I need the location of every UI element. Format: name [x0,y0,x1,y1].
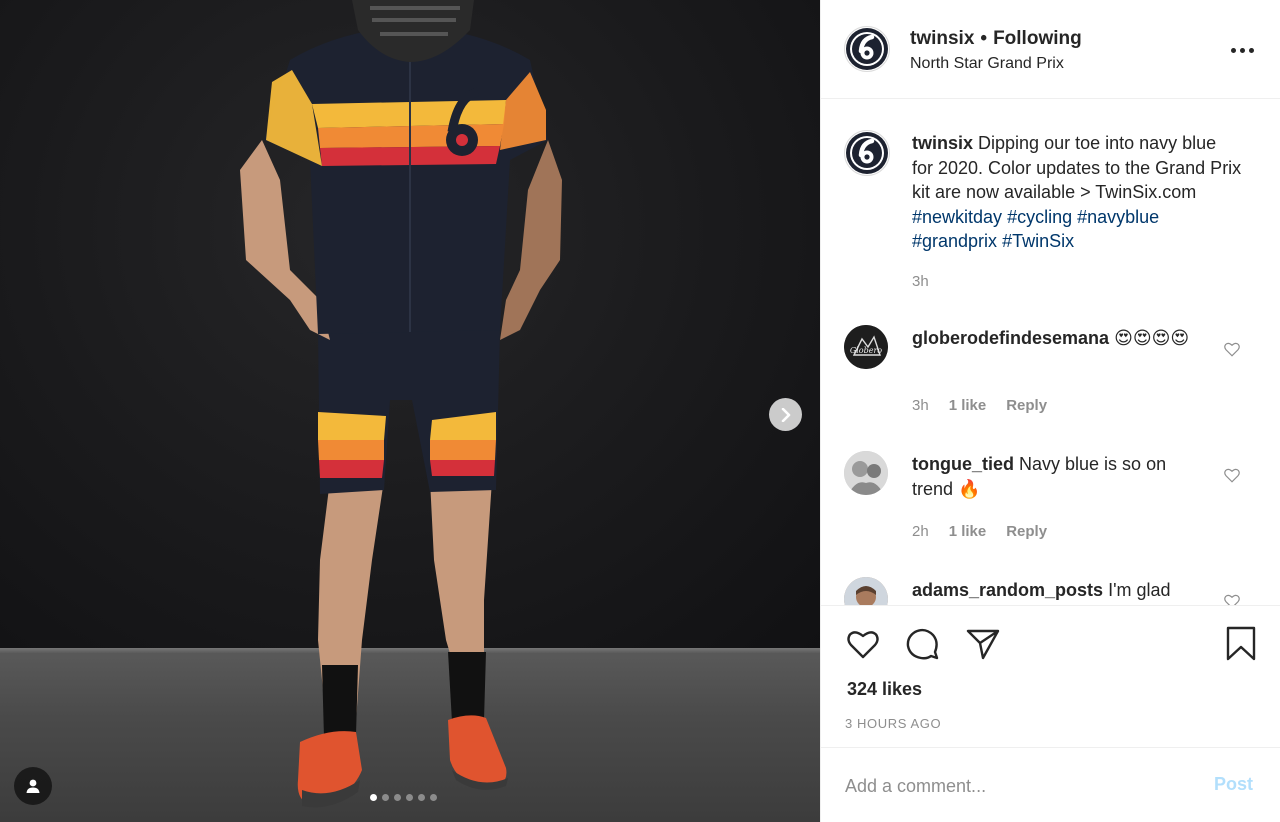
hashtag-link[interactable]: #navyblue [1077,207,1159,227]
tagged-users-button[interactable] [14,767,52,805]
caption-author-avatar[interactable] [844,130,890,176]
hashtag-link[interactable]: #TwinSix [1002,231,1074,251]
twinsix-logo-icon [846,28,888,70]
commenter-avatar[interactable]: Globero [844,325,888,369]
comment-bubble-icon[interactable] [905,626,941,662]
author-username[interactable]: twinsix [910,28,974,49]
comment-likes[interactable]: 1 like [949,523,987,540]
post-side-panel: twinsix • Following North Star Grand Prix … [820,0,1280,822]
comment-text: 😍😍😍😍 [1114,328,1190,348]
post-comment-button[interactable]: Post [1214,774,1253,795]
comment-time[interactable]: 2h [912,523,929,540]
paper-plane-icon[interactable] [965,626,1001,662]
carousel-dot [382,794,389,801]
carousel-dot [394,794,401,801]
add-comment-section: Post [821,747,1280,822]
comment-likes[interactable]: 1 like [949,397,987,414]
heart-icon[interactable] [845,626,881,662]
post-header: twinsix • Following North Star Grand Prix [821,0,1280,99]
comment-like-heart-icon[interactable] [1223,340,1241,358]
post-photo[interactable] [0,0,820,822]
post-timestamp[interactable]: 3 HOURS AGO [845,716,941,731]
user-tag-icon [26,779,40,793]
reply-button[interactable]: Reply [1006,523,1047,540]
more-options-icon[interactable] [1231,42,1257,58]
cyclist-figure [240,0,562,808]
carousel-indicator [370,794,437,801]
avatar-logo-text: Globero [850,346,882,355]
author-avatar[interactable] [844,26,890,72]
hashtag-link[interactable]: #cycling [1007,207,1072,227]
comment-like-heart-icon[interactable] [1223,466,1241,484]
comment-username[interactable]: adams_random_posts [912,580,1103,600]
twinsix-logo-icon [846,132,888,174]
comment-body: globerodefindesemana 😍😍😍😍 [912,326,1212,351]
bookmark-icon[interactable] [1223,626,1259,662]
comments-list[interactable]: twinsix Dipping our toe into navy blue f… [821,100,1280,605]
following-button[interactable]: Following [993,28,1082,49]
carousel-dot [430,794,437,801]
post-actions: 324 likes 3 HOURS AGO [821,605,1280,747]
comment-meta: 3h 1 like Reply [912,397,1047,414]
reply-button[interactable]: Reply [1006,397,1047,414]
likes-count[interactable]: 324 likes [847,679,922,700]
chevron-right-icon [781,407,790,422]
commenter-avatar[interactable] [844,577,888,605]
caption-meta: 3h [912,273,929,290]
hashtag-link[interactable]: #newkitday [912,207,1002,227]
tongue-tied-avatar-image [844,451,888,495]
commenter-avatar[interactable] [844,451,888,495]
header-user-line: twinsix • Following [910,28,1082,50]
more-dot [1231,47,1236,53]
comment-body: adams_random_posts I'm glad [912,578,1212,603]
carousel-dot [406,794,413,801]
comment-input[interactable] [845,768,1195,804]
caption: twinsix Dipping our toe into navy blue f… [912,131,1242,254]
comment-like-heart-icon[interactable] [1223,592,1241,605]
comment-body: tongue_tied Navy blue is so on trend 🔥 [912,452,1212,501]
comment-text: I'm glad [1108,580,1171,600]
comment-time[interactable]: 3h [912,397,929,414]
carousel-dot [418,794,425,801]
comment-username[interactable]: globerodefindesemana [912,328,1109,348]
post-location[interactable]: North Star Grand Prix [910,55,1064,73]
caption-username[interactable]: twinsix [912,133,973,153]
hashtag-link[interactable]: #grandprix [912,231,997,251]
next-slide-button[interactable] [769,398,802,431]
more-dot [1249,47,1254,53]
comment-username[interactable]: tongue_tied [912,454,1014,474]
carousel-dot-active [370,794,377,801]
globero-avatar-image: Globero [844,325,888,369]
comment-meta: 2h 1 like Reply [912,523,1047,540]
more-dot [1240,47,1245,53]
adams-avatar-image [844,577,888,605]
header-separator: • [980,28,988,49]
caption-time[interactable]: 3h [912,273,929,290]
